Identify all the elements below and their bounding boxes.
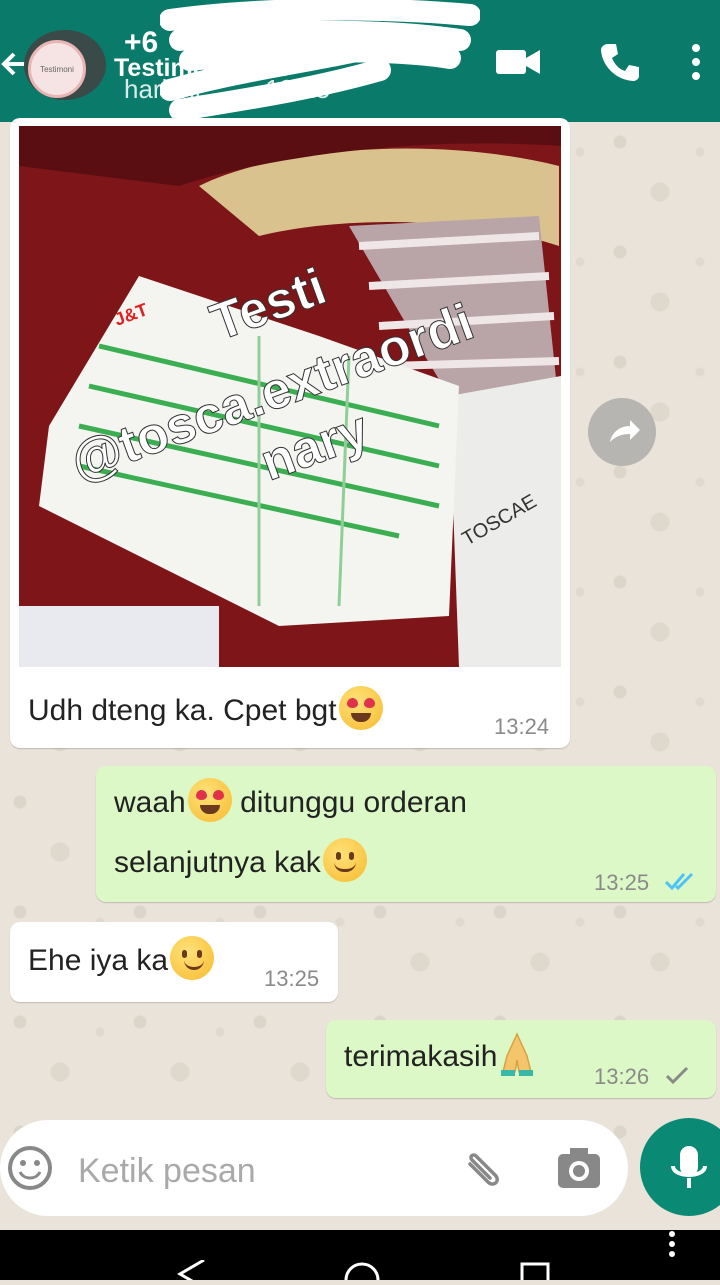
nav-recents-icon[interactable]: [520, 1262, 550, 1285]
message-time: 13:26: [594, 1064, 650, 1089]
read-ticks-icon: [664, 870, 698, 897]
message-time: 13:25: [264, 966, 320, 991]
message-text: Ehe iya ka: [28, 932, 215, 990]
message-time: 13:24: [494, 714, 550, 739]
message-text: terimakasih: [344, 1028, 537, 1086]
message-text-3: Ehe iya ka: [28, 944, 169, 977]
redaction-scribble: [160, 0, 480, 121]
nav-more-icon[interactable]: [668, 1230, 676, 1265]
message-text-1: Udh dteng ka. Cpet bgt: [28, 694, 337, 727]
smirk-emoji-icon: [170, 936, 215, 980]
smiley-icon[interactable]: [6, 1144, 54, 1197]
message-text-line: selanjutnya kak: [114, 834, 367, 892]
message-text-line: waah ditunggu orderan: [114, 774, 467, 832]
message-composer: Ketik pesan: [0, 1120, 628, 1216]
smile-emoji-icon: [322, 838, 367, 882]
heart-eyes-emoji-icon: [338, 686, 383, 730]
message-text-2a: waah: [114, 786, 186, 819]
microphone-icon: [671, 1146, 707, 1188]
message-photo[interactable]: J&T TOSCAE Testi @tosca.extraordi nary: [19, 126, 561, 667]
camera-icon[interactable]: [556, 1146, 602, 1195]
chat-header: Testimoni +6 Testimoni 78 w hari ini 13:…: [0, 0, 720, 122]
photo-image: J&T TOSCAE Testi @tosca.extraordi nary: [19, 126, 561, 667]
paperclip-icon[interactable]: [460, 1142, 510, 1197]
nav-back-icon[interactable]: [176, 1258, 206, 1285]
message-input[interactable]: Ketik pesan: [78, 1152, 256, 1191]
forward-icon[interactable]: [588, 398, 656, 466]
sent-tick-icon: [664, 1064, 690, 1091]
praying-hands-icon: [501, 1032, 534, 1076]
message-time: 13:25: [594, 870, 650, 895]
heart-eyes-emoji-icon: [187, 778, 232, 822]
more-vert-icon[interactable]: [688, 40, 704, 89]
system-navbar: [0, 1230, 720, 1285]
message-text-2c: selanjutnya kak: [114, 846, 321, 879]
avatar[interactable]: Testimoni: [24, 30, 106, 100]
avatar-label: Testimoni: [40, 64, 74, 74]
nav-home-icon[interactable]: [342, 1260, 382, 1285]
video-camera-icon[interactable]: [494, 40, 542, 89]
message-text-4: terimakasih: [344, 1040, 498, 1073]
microphone-button[interactable]: [640, 1118, 720, 1216]
phone-icon[interactable]: [598, 40, 642, 89]
message-text-2b: ditunggu orderan: [240, 786, 467, 819]
message-text: Udh dteng ka. Cpet bgt: [28, 682, 383, 740]
